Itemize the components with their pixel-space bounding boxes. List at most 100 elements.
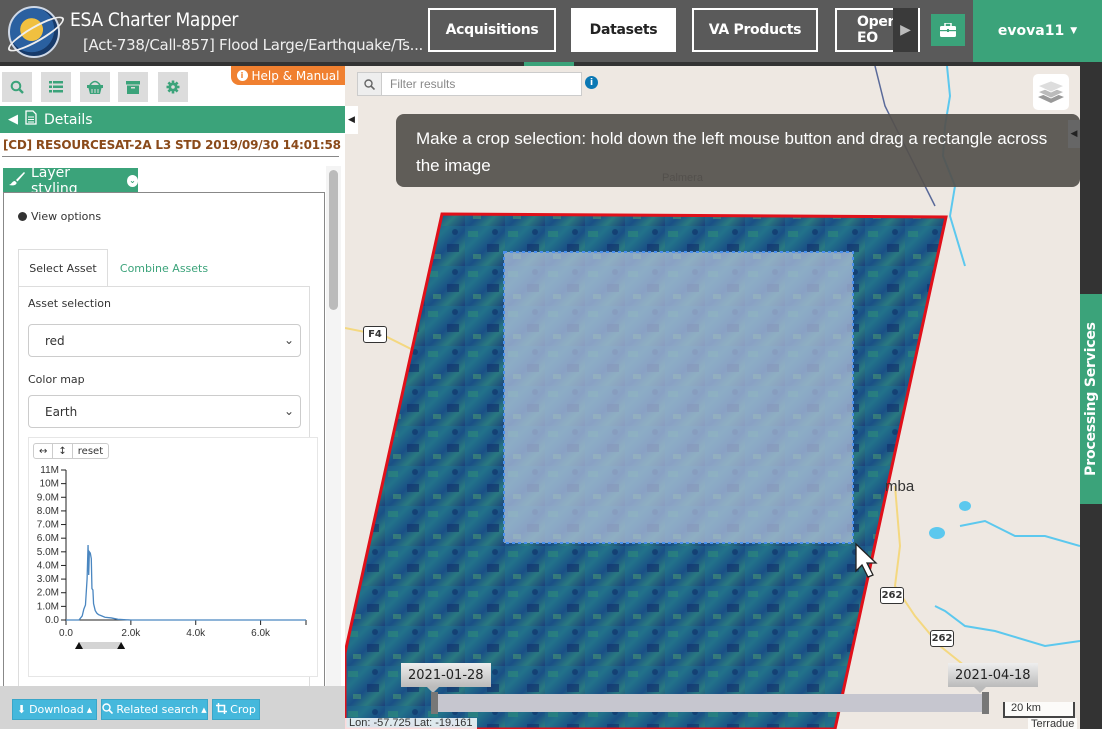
road-shield-262: 262 — [880, 587, 904, 604]
nav-scroll-right-icon[interactable]: ▶ — [893, 8, 918, 52]
tab-select-asset[interactable]: Select Asset — [18, 249, 108, 287]
archive-icon[interactable] — [118, 72, 148, 102]
details-label: Details — [44, 111, 93, 128]
dataset-title: [CD] RESOURCESAT-2A L3 STD 2019/09/30 14… — [3, 138, 341, 152]
basket-icon[interactable] — [80, 72, 110, 102]
nav-acquisitions[interactable]: Acquisitions — [428, 8, 556, 52]
asset-selection-label: Asset selection — [28, 297, 112, 310]
range-selection — [78, 642, 122, 649]
back-icon[interactable]: ◀ — [8, 112, 18, 127]
timeline-end-label: 2021-04-18 — [948, 663, 1038, 693]
y-tick-label: 3.0M — [37, 574, 59, 585]
y-tick-label: 6.0M — [37, 533, 59, 544]
y-tick-label: 0.0 — [45, 615, 59, 626]
road — [893, 485, 1026, 687]
river — [934, 605, 1080, 648]
crop-icon — [216, 702, 228, 717]
briefcase-icon[interactable] — [931, 14, 965, 46]
y-tick-label: 5.0M — [37, 547, 59, 558]
user-menu[interactable]: evova11 ▼ — [973, 0, 1102, 62]
color-map-select[interactable]: Earth ⌄ — [28, 395, 301, 428]
layers-icon — [1037, 80, 1065, 103]
crop-label: Crop — [230, 703, 256, 716]
chevron-down-icon: ⌄ — [283, 333, 294, 347]
divider — [2, 156, 339, 157]
esa-logo — [8, 6, 60, 58]
timeline-end-handle[interactable] — [982, 692, 989, 714]
y-tick-label: 11M — [40, 465, 59, 476]
nav-datasets[interactable]: Datasets — [571, 8, 676, 52]
related-search-button[interactable]: Related search ▲ — [101, 699, 208, 720]
cursor-coordinates: Lon: -57.725 Lat: -19.161 — [345, 718, 477, 729]
download-label: Download — [29, 703, 84, 716]
processing-services-label: Processing Services — [1083, 322, 1100, 476]
river — [959, 519, 1080, 547]
search-icon[interactable] — [2, 72, 32, 102]
filter-input[interactable] — [382, 73, 577, 95]
asset-selection-value: red — [45, 333, 65, 348]
nav-va-products[interactable]: VA Products — [692, 8, 818, 52]
list-icon[interactable] — [41, 72, 71, 102]
y-tick-label: 1.0M — [37, 601, 59, 612]
histogram-panel: ↔ ↕ reset 0.0 1.0M 2.0M 3.0M 4.0M 5.0M 6.0M 7.0… — [28, 437, 318, 677]
scrollbar-thumb[interactable] — [329, 170, 338, 310]
y-tick-label: 7.0M — [37, 520, 59, 531]
map-view[interactable]: Palmera mba F4 262 262 i ◀ Make a crop s… — [345, 66, 1080, 729]
x-tick-label: 6.0k — [251, 628, 271, 639]
collapse-right-panel-icon[interactable]: ◀ — [1068, 120, 1080, 148]
zoom-y-button[interactable]: ↕ — [53, 444, 73, 458]
road-shield-f4: F4 — [363, 326, 387, 343]
color-map-value: Earth — [45, 404, 78, 419]
y-tick-label: 4.0M — [37, 560, 59, 571]
x-tick-label: 2.0k — [121, 628, 141, 639]
chevron-down-circle-icon: ⌄ — [127, 174, 138, 187]
paint-brush-icon — [9, 171, 25, 190]
caret-down-icon: ▼ — [1070, 26, 1078, 36]
caret-up-icon: ▲ — [86, 705, 93, 714]
download-icon: ⬇ — [16, 703, 27, 716]
zoom-x-button[interactable]: ↔ — [34, 444, 54, 458]
y-tick-label: 8.0M — [37, 506, 59, 517]
y-tick-label: 2.0M — [37, 588, 59, 599]
processing-services-tab[interactable]: Processing Services — [1080, 294, 1102, 504]
attribution: Terradue — [1028, 718, 1078, 729]
gear-icon[interactable] — [158, 72, 188, 102]
info-icon[interactable]: i — [585, 76, 598, 89]
collapse-left-panel-icon[interactable]: ◀ — [345, 106, 358, 134]
action-bar: ⬇ Download ▲ Related search ▲ Crop — [0, 686, 345, 729]
histogram-line — [66, 544, 306, 621]
y-tick-label: 10M — [40, 479, 59, 490]
timeline-start-handle[interactable] — [431, 692, 438, 714]
color-map-label: Color map — [28, 373, 85, 386]
caret-up-icon: ▲ — [201, 705, 207, 714]
crop-button[interactable]: Crop — [212, 699, 260, 720]
layers-button[interactable] — [1033, 74, 1069, 110]
app-title: ESA Charter Mapper — [70, 9, 239, 31]
tab-combine-assets[interactable]: Combine Assets — [114, 249, 214, 287]
panel-toolbar: i Help & Manual — [0, 66, 345, 106]
help-manual-button[interactable]: i Help & Manual — [231, 66, 345, 85]
help-label: Help & Manual — [251, 68, 340, 83]
asset-selection-select[interactable]: red ⌄ — [28, 324, 301, 357]
filter-results — [357, 72, 582, 96]
crop-selection — [503, 251, 854, 544]
timeline-start-label: 2021-01-28 — [401, 663, 491, 693]
download-button[interactable]: ⬇ Download ▲ — [12, 699, 97, 720]
view-options-toggle[interactable]: View options — [18, 210, 101, 223]
globe-icon — [18, 212, 27, 221]
histogram-controls: ↔ ↕ reset — [33, 443, 110, 459]
x-tick-label: 4.0k — [186, 628, 206, 639]
view-options-label: View options — [31, 210, 102, 223]
layer-styling-toggle[interactable]: Layer styling ⌄ — [3, 165, 138, 197]
document-icon — [25, 110, 37, 129]
details-header: ◀ Details — [0, 106, 345, 133]
crop-instruction-tooltip: Make a crop selection: hold down the lef… — [396, 114, 1080, 187]
search-icon — [102, 702, 114, 717]
timeline-range[interactable] — [435, 694, 987, 712]
x-tick-label: 0.0 — [59, 628, 73, 639]
scale-bar: 20 km — [1003, 702, 1075, 718]
histogram-chart: 0.0 1.0M 2.0M 3.0M 4.0M 5.0M 6.0M 7.0M 8.0M 9.0M 1… — [37, 465, 307, 649]
reset-button[interactable]: reset — [73, 444, 108, 458]
left-panel: i Help & Manual ◀ Details [CD] RESOURCES… — [0, 66, 345, 729]
info-icon: i — [236, 70, 248, 81]
